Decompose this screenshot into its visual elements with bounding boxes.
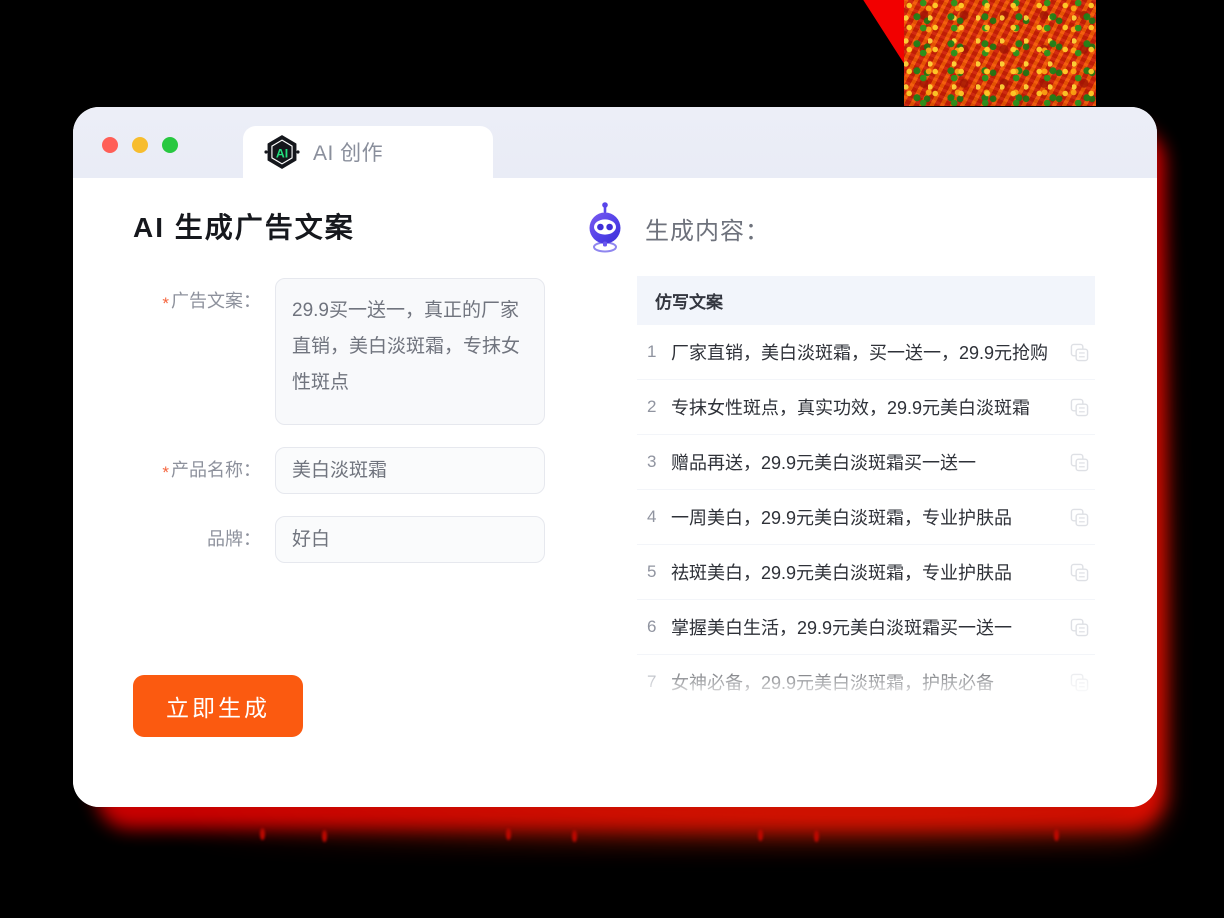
row-index: 5 <box>647 562 657 581</box>
copy-icon[interactable] <box>1070 618 1089 637</box>
table-row[interactable]: 4 一周美白，29.9元美白淡斑霜，专业护肤品 <box>637 490 1095 545</box>
table-row[interactable]: 7 女神必备，29.9元美白淡斑霜，护肤必备 <box>637 655 1095 706</box>
svg-text:AI: AI <box>276 146 288 160</box>
glow-speck <box>1054 829 1059 841</box>
ad-copy-textarea[interactable]: 29.9买一送一，真正的厂家直销，美白淡斑霜，专抹女性斑点 <box>275 278 545 425</box>
field-label: 品牌： <box>207 529 261 549</box>
row-index: 3 <box>647 452 657 471</box>
table-row[interactable]: 6 掌握美白生活，29.9元美白淡斑霜买一送一 <box>637 600 1095 655</box>
row-text: 赠品再送，29.9元美白淡斑霜买一送一 <box>671 453 977 473</box>
field-label: 产品名称： <box>171 460 261 480</box>
field-brand: 品牌： 好白 <box>133 516 563 563</box>
row-text: 女神必备，29.9元美白淡斑霜，护肤必备 <box>671 673 995 693</box>
table-row[interactable]: 5 祛斑美白，29.9元美白淡斑霜，专业护肤品 <box>637 545 1095 600</box>
field-label: 广告文案： <box>171 291 261 311</box>
required-asterisk-icon: * <box>162 294 169 313</box>
table-row[interactable]: 2 专抹女性斑点，真实功效，29.9元美白淡斑霜 <box>637 380 1095 435</box>
row-text: 专抹女性斑点，真实功效，29.9元美白淡斑霜 <box>671 398 1031 418</box>
glow-speck <box>322 830 327 842</box>
glow-speck <box>506 828 511 840</box>
screenshot-root: AI AI 创作 AI 生成广告文案 * 广告文案： 29.9买一送一，真正的厂家… <box>0 0 1224 918</box>
decorative-texture <box>862 0 1096 106</box>
field-label-wrapper: * 广告文案： <box>133 278 261 425</box>
minimize-button-icon[interactable] <box>132 137 148 153</box>
results-table-header: 仿写文案 <box>637 276 1095 325</box>
field-product-name: * 产品名称： 美白淡斑霜 <box>133 447 563 494</box>
app-window: AI AI 创作 AI 生成广告文案 * 广告文案： 29.9买一送一，真正的厂家… <box>73 107 1157 807</box>
row-index: 1 <box>647 342 657 361</box>
results-panel: 生成内容： 仿写文案 1 厂家直销，美白淡斑霜，买一送一，29.9元抢购 2 专… <box>563 178 1157 807</box>
glow-speck <box>758 829 763 841</box>
copy-icon[interactable] <box>1070 563 1089 582</box>
row-index: 4 <box>647 507 657 526</box>
decorative-noise-block <box>904 0 1096 106</box>
row-index: 6 <box>647 617 657 636</box>
glow-speck <box>572 830 577 842</box>
glow-speck <box>814 830 819 842</box>
window-body: AI 生成广告文案 * 广告文案： 29.9买一送一，真正的厂家直销，美白淡斑霜，… <box>73 178 1157 807</box>
tab-ai-creation[interactable]: AI AI 创作 <box>243 126 493 178</box>
field-label-wrapper: 品牌： <box>133 516 261 563</box>
tab-label: AI 创作 <box>313 142 384 165</box>
row-text: 一周美白，29.9元美白淡斑霜，专业护肤品 <box>671 508 1013 528</box>
traffic-lights <box>102 137 178 153</box>
row-text: 掌握美白生活，29.9元美白淡斑霜买一送一 <box>671 618 1013 638</box>
brand-input[interactable]: 好白 <box>275 516 545 563</box>
field-control: 美白淡斑霜 <box>275 447 545 494</box>
table-row[interactable]: 3 赠品再送，29.9元美白淡斑霜买一送一 <box>637 435 1095 490</box>
row-index: 2 <box>647 397 657 416</box>
results-table: 仿写文案 1 厂家直销，美白淡斑霜，买一送一，29.9元抢购 2 专抹女性斑点，… <box>637 276 1095 706</box>
copy-icon[interactable] <box>1070 673 1089 692</box>
row-text: 祛斑美白，29.9元美白淡斑霜，专业护肤品 <box>671 563 1013 583</box>
row-text: 厂家直销，美白淡斑霜，买一送一，29.9元抢购 <box>671 343 1049 363</box>
field-ad-copy: * 广告文案： 29.9买一送一，真正的厂家直销，美白淡斑霜，专抹女性斑点 <box>133 278 563 425</box>
close-button-icon[interactable] <box>102 137 118 153</box>
row-index: 7 <box>647 672 657 691</box>
window-titlebar: AI AI 创作 <box>73 107 1157 178</box>
page-title: AI 生成广告文案 <box>133 212 355 243</box>
field-control: 29.9买一送一，真正的厂家直销，美白淡斑霜，专抹女性斑点 <box>275 278 545 425</box>
results-heading-row: 生成内容： <box>579 202 1103 254</box>
field-control: 好白 <box>275 516 545 563</box>
results-heading: 生成内容： <box>645 217 770 245</box>
copy-icon[interactable] <box>1070 508 1089 527</box>
robot-icon <box>589 202 621 253</box>
required-asterisk-icon: * <box>162 463 169 482</box>
glow-speck <box>260 828 265 840</box>
zoom-button-icon[interactable] <box>162 137 178 153</box>
copy-icon[interactable] <box>1070 453 1089 472</box>
generate-button[interactable]: 立即生成 <box>133 675 303 737</box>
copy-icon[interactable] <box>1070 398 1089 417</box>
product-name-input[interactable]: 美白淡斑霜 <box>275 447 545 494</box>
copy-icon[interactable] <box>1070 343 1089 362</box>
form-panel: AI 生成广告文案 * 广告文案： 29.9买一送一，真正的厂家直销，美白淡斑霜，… <box>73 178 563 807</box>
field-label-wrapper: * 产品名称： <box>133 447 261 494</box>
ai-logo-icon: AI <box>264 135 300 169</box>
table-row[interactable]: 1 厂家直销，美白淡斑霜，买一送一，29.9元抢购 <box>637 325 1095 380</box>
